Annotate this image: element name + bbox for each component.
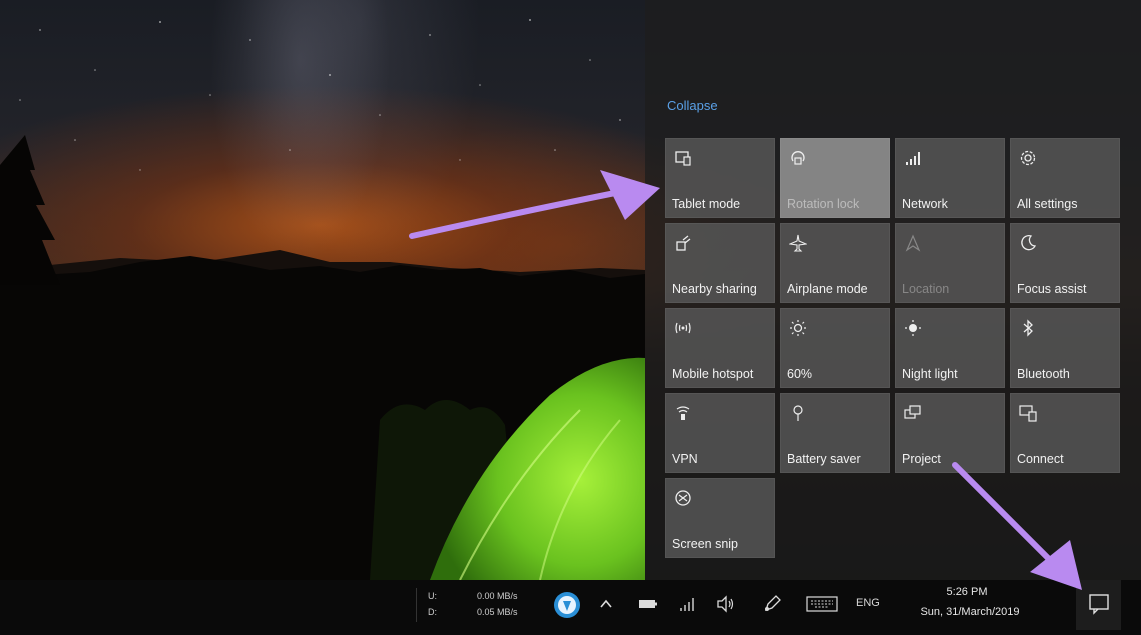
tile-project[interactable]: Project <box>895 393 1005 473</box>
tile-label: Mobile hotspot <box>672 367 754 381</box>
tile-screen-snip[interactable]: Screen snip <box>665 478 775 558</box>
gear-icon <box>1019 149 1037 167</box>
tile-battery-saver[interactable]: Battery saver <box>780 393 890 473</box>
tile-night-light[interactable]: Night light <box>895 308 1005 388</box>
mobile-hotspot-icon <box>674 319 692 337</box>
tile-all-settings[interactable]: All settings <box>1010 138 1120 218</box>
nearby-sharing-icon <box>674 234 692 252</box>
airplane-icon <box>789 234 807 252</box>
tile-network[interactable]: Network <box>895 138 1005 218</box>
notification-icon <box>1089 594 1109 615</box>
volume-icon[interactable] <box>716 595 736 613</box>
network-icon <box>904 149 922 167</box>
notification-center-button[interactable] <box>1076 580 1121 630</box>
tile-label: Night light <box>902 367 958 381</box>
taskbar: U: D: 0.00 MB/s 0.05 MB/s ENG 5:26 PM Su… <box>0 580 1141 630</box>
tile-label: Airplane mode <box>787 282 868 296</box>
quick-actions-grid: Tablet mode Rotation lock Network All setti… <box>665 138 1125 560</box>
wifi-icon[interactable] <box>678 595 696 613</box>
battery-icon[interactable] <box>638 597 658 611</box>
moon-icon <box>1019 234 1037 252</box>
tile-tablet-mode[interactable]: Tablet mode <box>665 138 775 218</box>
location-icon <box>904 234 922 252</box>
brightness-icon <box>789 319 807 337</box>
vpn-icon <box>674 404 692 422</box>
night-light-icon <box>904 319 922 337</box>
app-icon[interactable] <box>553 591 581 619</box>
tile-location[interactable]: Location <box>895 223 1005 303</box>
tile-connect[interactable]: Connect <box>1010 393 1120 473</box>
tile-bluetooth[interactable]: Bluetooth <box>1010 308 1120 388</box>
tile-nearby-sharing[interactable]: Nearby sharing <box>665 223 775 303</box>
chevron-up-icon[interactable] <box>598 596 614 612</box>
action-center-panel: Collapse Tablet mode Rotation lock Network… <box>645 0 1141 580</box>
rotation-lock-icon <box>789 149 807 167</box>
language-indicator[interactable]: ENG <box>856 597 880 609</box>
tablet-mode-icon <box>674 149 692 167</box>
project-icon <box>904 404 922 422</box>
tile-label: Bluetooth <box>1017 367 1070 381</box>
tile-label: VPN <box>672 452 698 466</box>
pen-icon[interactable] <box>762 594 782 614</box>
collapse-link[interactable]: Collapse <box>667 98 718 113</box>
tile-label: Project <box>902 452 941 466</box>
tile-label: Focus assist <box>1017 282 1087 296</box>
tile-label: Nearby sharing <box>672 282 757 296</box>
network-download-speed: 0.05 MB/s <box>477 607 518 617</box>
tile-label: Screen snip <box>672 537 739 551</box>
tile-airplane-mode[interactable]: Airplane mode <box>780 223 890 303</box>
taskbar-separator <box>416 588 417 622</box>
tile-label: 60% <box>787 367 813 381</box>
clock-time[interactable]: 5:26 PM <box>912 586 1022 598</box>
tile-label: Network <box>902 197 948 211</box>
tile-focus-assist[interactable]: Focus assist <box>1010 223 1120 303</box>
tile-vpn[interactable]: VPN <box>665 393 775 473</box>
tile-label: All settings <box>1017 197 1078 211</box>
screen-snip-icon <box>674 489 692 507</box>
tile-label: Location <box>902 282 950 296</box>
connect-icon <box>1019 404 1037 422</box>
tent <box>430 357 645 580</box>
tile-rotation-lock[interactable]: Rotation lock <box>780 138 890 218</box>
tile-label: Connect <box>1017 452 1064 466</box>
tile-60[interactable]: 60% <box>780 308 890 388</box>
network-upload-label: U: <box>428 591 437 601</box>
tile-mobile-hotspot[interactable]: Mobile hotspot <box>665 308 775 388</box>
keyboard-icon[interactable] <box>806 594 838 614</box>
tile-label: Battery saver <box>787 452 861 466</box>
battery-saver-icon <box>789 404 807 422</box>
network-upload-speed: 0.00 MB/s <box>477 591 518 601</box>
network-download-label: D: <box>428 607 437 617</box>
clock-date[interactable]: Sun, 31/March/2019 <box>905 606 1035 618</box>
bluetooth-icon <box>1019 319 1037 337</box>
tile-label: Rotation lock <box>787 197 860 211</box>
tile-label: Tablet mode <box>672 197 741 211</box>
